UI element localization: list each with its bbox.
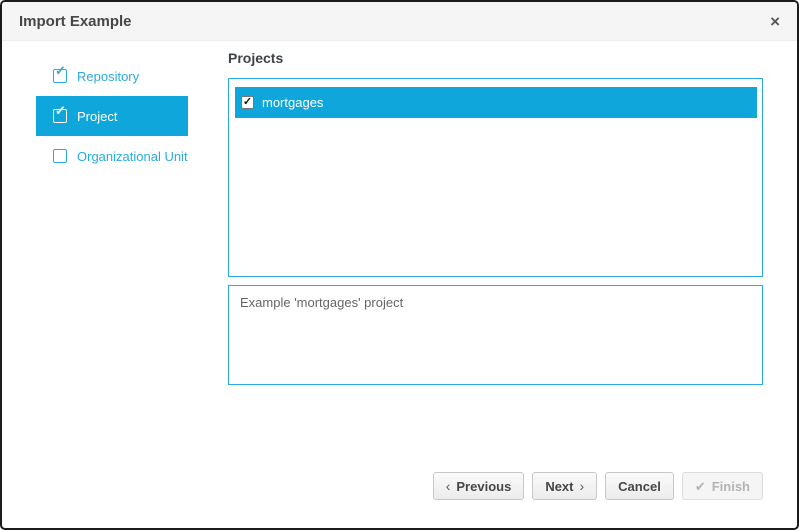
wizard-step-label: Organizational Unit [77,149,188,164]
checked-checkbox-icon: ✓ [53,109,67,123]
next-button-label: Next [545,479,573,494]
check-mark-icon: ✓ [55,104,66,118]
import-example-dialog: Import Example × ✓ Repository ✓ Project … [0,0,799,530]
finish-button[interactable]: ✔ Finish [682,472,763,500]
close-icon[interactable]: × [770,13,780,30]
wizard-step-organizational-unit[interactable]: Organizational Unit [36,136,188,176]
wizard-step-project[interactable]: ✓ Project [36,96,188,136]
check-icon: ✔ [695,480,706,493]
wizard-step-repository[interactable]: ✓ Repository [36,56,188,96]
project-label: mortgages [262,95,323,110]
chevron-left-icon: ‹ [446,479,451,493]
projects-heading: Projects [228,50,283,66]
cancel-button[interactable]: Cancel [605,472,674,500]
project-list: ✓ mortgages [228,78,763,277]
project-checkbox[interactable]: ✓ [241,96,254,109]
unchecked-checkbox-icon [53,149,67,163]
wizard-step-label: Project [77,109,117,124]
previous-button[interactable]: ‹ Previous [433,472,525,500]
cancel-button-label: Cancel [618,479,661,494]
dialog-header: Import Example × [2,2,797,41]
chevron-right-icon: › [580,479,585,493]
check-mark-icon: ✓ [243,97,252,108]
project-description-box: Example 'mortgages' project [228,285,763,385]
previous-button-label: Previous [456,479,511,494]
checked-checkbox-icon: ✓ [53,69,67,83]
wizard-step-list: ✓ Repository ✓ Project Organizational Un… [36,56,188,176]
project-row-mortgages[interactable]: ✓ mortgages [235,87,757,118]
check-mark-icon: ✓ [55,64,66,78]
dialog-title: Import Example [19,13,132,30]
next-button[interactable]: Next › [532,472,597,500]
wizard-step-label: Repository [77,69,139,84]
wizard-footer: ‹ Previous Next › Cancel ✔ Finish [433,472,763,500]
finish-button-label: Finish [712,479,750,494]
project-description-text: Example 'mortgages' project [240,295,403,310]
